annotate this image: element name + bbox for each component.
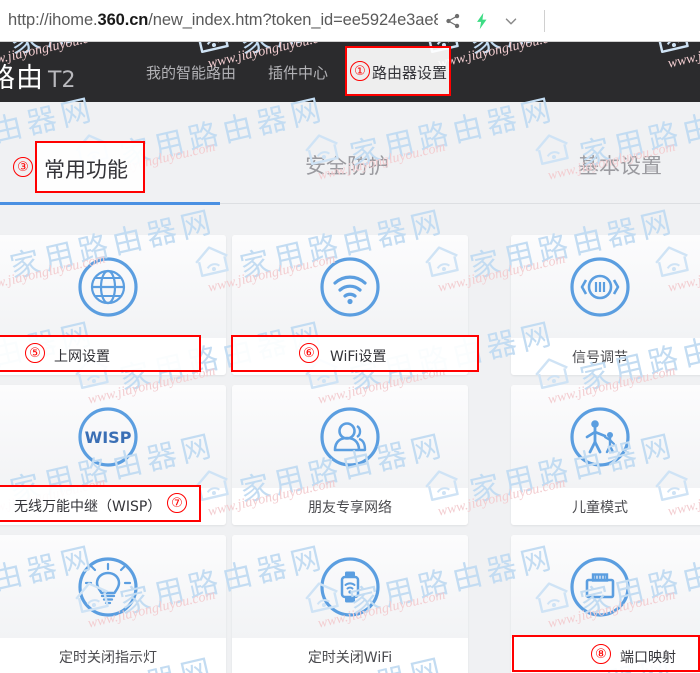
card-label-schedule-led-off: 定时关闭指示灯 xyxy=(59,647,157,667)
tab-basic-settings[interactable]: 基本设置 xyxy=(578,150,662,180)
card-signal-adjust[interactable]: 信号调节 xyxy=(511,235,700,375)
parent-child-icon xyxy=(569,406,631,468)
nav-item-my-smart-router[interactable]: 我的智能路由 xyxy=(130,62,252,83)
lightning-bolt-icon[interactable] xyxy=(473,12,491,30)
card-icon-area xyxy=(511,535,700,638)
annotation-marker-5: ⑤ xyxy=(25,343,45,363)
brand-logo: 路由T2 xyxy=(0,56,75,95)
annotation-label-wisp-relay: 无线万能中继（WISP） xyxy=(14,496,161,516)
card-icon-area xyxy=(511,385,700,488)
card-label-area: 信号调节 xyxy=(511,338,700,375)
card-label-area: 定时关闭WiFi xyxy=(232,638,468,673)
card-child-mode[interactable]: 儿童模式 xyxy=(511,385,700,525)
card-icon-area xyxy=(232,535,468,638)
wisp-icon: WISP xyxy=(77,406,139,468)
user-group-icon xyxy=(319,406,381,468)
annotation-marker-3: ③ xyxy=(13,157,33,177)
chevron-down-icon[interactable] xyxy=(502,12,520,30)
address-bar-divider xyxy=(544,10,545,32)
card-label-area: 儿童模式 xyxy=(511,488,700,525)
smartwatch-wifi-icon xyxy=(319,556,381,618)
annotation-label-internet-settings: 上网设置 xyxy=(54,346,110,366)
globe-icon xyxy=(77,256,139,318)
tab-security-protection[interactable]: 安全防护 xyxy=(305,150,389,180)
annotation-marker-8: ⑧ xyxy=(591,644,611,664)
url-suffix: /new_index.htm?token_id=ee5924e3ae8eb818 xyxy=(148,11,438,29)
card-label-signal-adjust: 信号调节 xyxy=(572,347,628,367)
svg-text:WISP: WISP xyxy=(85,428,132,447)
annotation-label-wifi-settings: WiFi设置 xyxy=(330,346,386,366)
card-label-area: 定时关闭指示灯 xyxy=(0,638,226,673)
url-prefix: http://ihome. xyxy=(8,11,98,29)
lightbulb-icon xyxy=(77,556,139,618)
brand-model-text: T2 xyxy=(48,68,75,93)
url-domain: 360.cn xyxy=(98,11,149,29)
card-label-friend-network: 朋友专享网络 xyxy=(308,497,392,517)
card-label-area: 朋友专享网络 xyxy=(232,488,468,525)
annotation-marker-6: ⑥ xyxy=(299,343,319,363)
nav-item-plugin-center[interactable]: 插件中心 xyxy=(252,62,344,83)
card-icon-area xyxy=(232,385,468,488)
annotation-label-common-functions: 常用功能 xyxy=(44,154,128,184)
card-icon-area: WISP xyxy=(0,385,226,488)
card-schedule-led-off[interactable]: 定时关闭指示灯 xyxy=(0,535,226,673)
address-bar-url[interactable]: http://ihome.360.cn/new_index.htm?token_… xyxy=(8,11,438,30)
share-icon[interactable] xyxy=(444,12,462,30)
card-label-child-mode: 儿童模式 xyxy=(572,497,628,517)
wifi-icon xyxy=(319,256,381,318)
annotation-label-router-settings: 路由器设置 xyxy=(372,62,447,83)
annotation-label-port-mapping: 端口映射 xyxy=(620,647,676,667)
card-icon-area xyxy=(511,235,700,338)
tab-active-underline xyxy=(0,202,220,205)
card-schedule-wifi-off[interactable]: 定时关闭WiFi xyxy=(232,535,468,673)
browser-address-bar: http://ihome.360.cn/new_index.htm?token_… xyxy=(0,0,700,42)
address-bar-actions xyxy=(444,10,545,32)
signal-adjust-icon xyxy=(569,256,631,318)
card-icon-area xyxy=(0,235,226,338)
card-friend-network[interactable]: 朋友专享网络 xyxy=(232,385,468,525)
annotation-marker-1: ① xyxy=(350,61,370,81)
annotation-marker-7: ⑦ xyxy=(167,493,187,513)
card-icon-area xyxy=(0,535,226,638)
router-admin-page: 路由T2 我的智能路由 插件中心 路由器设置 常用功能 安全防护 基本设置 xyxy=(0,0,700,673)
card-label-schedule-wifi-off: 定时关闭WiFi xyxy=(308,647,392,667)
ethernet-port-icon xyxy=(569,556,631,618)
brand-logo-text: 路由 xyxy=(0,63,44,94)
card-icon-area xyxy=(232,235,468,338)
